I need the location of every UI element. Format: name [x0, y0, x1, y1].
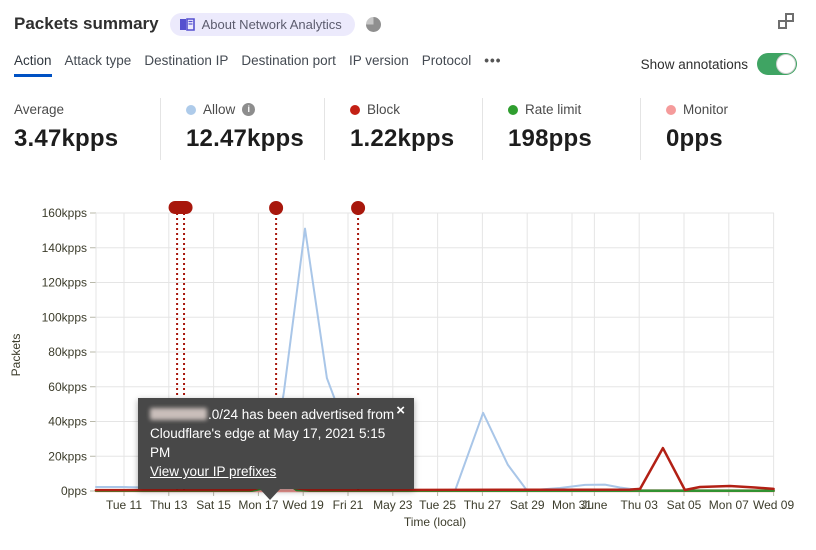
y-tick-label: 40kpps — [48, 415, 87, 429]
annotation-dot-marker[interactable] — [351, 201, 366, 215]
tab-ip-version[interactable]: IP version — [349, 53, 409, 77]
tab-destination-ip[interactable]: Destination IP — [144, 53, 228, 77]
info-icon[interactable]: i — [242, 103, 256, 116]
x-tick-label: Wed 09 — [753, 498, 794, 512]
about-network-analytics-badge[interactable]: About Network Analytics — [169, 12, 355, 36]
y-tick-label: 100kpps — [42, 310, 87, 324]
tabs: Action Attack type Destination IP Destinati… — [14, 53, 501, 77]
x-tick-label: Tue 25 — [419, 498, 456, 512]
x-tick-label: June — [581, 498, 607, 512]
y-tick-label: 0pps — [61, 484, 87, 498]
packets-summary-card: Packets summary About Network Analytics … — [0, 0, 816, 545]
annotation-dot-marker[interactable] — [269, 201, 284, 215]
chart: 0pps 20kpps 40kpps 60kpps 80kpps 100kpps 120kp… — [0, 195, 816, 545]
packets-chart-svg: 0pps 20kpps 40kpps 60kpps 80kpps 100kpps 120kp… — [9, 201, 794, 529]
stat-label: Allow — [203, 102, 236, 117]
tab-attack-type[interactable]: Attack type — [65, 53, 132, 77]
stat-allow: Allow i 12.47kpps — [161, 98, 325, 160]
x-tick-label: Fri 21 — [333, 498, 364, 512]
y-tick-label: 160kpps — [42, 206, 87, 220]
x-tick-label: Mon 07 — [709, 498, 749, 512]
x-tick-label: Thu 03 — [621, 498, 659, 512]
x-tick-label: Sat 05 — [667, 498, 702, 512]
stat-label: Monitor — [683, 102, 729, 117]
stat-monitor: Monitor 0pps — [641, 98, 816, 160]
annotation-pill-marker[interactable] — [168, 201, 193, 214]
tab-protocol[interactable]: Protocol — [422, 53, 472, 77]
block-legend-dot — [350, 104, 360, 115]
y-tick-label: 60kpps — [48, 380, 87, 394]
x-tick-label: Sat 29 — [510, 498, 545, 512]
tooltip-line-1-text: .0/24 has been advertised from — [208, 407, 395, 422]
x-tick-label: Mon 17 — [238, 498, 278, 512]
stat-value: 12.47kpps — [186, 125, 304, 152]
tooltip-close-icon[interactable]: × — [396, 401, 405, 420]
stat-label: Block — [367, 102, 401, 117]
x-tick-label: Wed 19 — [283, 498, 324, 512]
tab-action[interactable]: Action — [14, 53, 52, 77]
x-axis-title: Time (local) — [404, 515, 466, 529]
x-tick-label: Sat 15 — [196, 498, 231, 512]
tooltip-line-1: .0/24 has been advertised from — [150, 405, 402, 424]
y-tick-label: 20kpps — [48, 449, 87, 463]
x-tick-label: May 23 — [373, 498, 413, 512]
x-tick-label: Thu 13 — [150, 498, 188, 512]
y-tick-label: 120kpps — [42, 276, 87, 290]
tabs-more-button[interactable]: ••• — [484, 53, 501, 77]
y-tick-label: 80kpps — [48, 345, 87, 359]
show-annotations-label: Show annotations — [640, 56, 748, 72]
monitor-legend-dot — [666, 104, 676, 115]
allow-legend-dot — [186, 104, 196, 115]
redacted-ip-prefix — [150, 408, 207, 420]
stat-label: Average — [14, 102, 65, 117]
y-axis-title: Packets — [9, 334, 23, 377]
stat-value: 0pps — [666, 125, 723, 152]
open-in-window-icon[interactable] — [778, 13, 794, 29]
rate-limit-legend-dot — [508, 104, 518, 115]
window-front-square — [778, 20, 787, 29]
stat-average: Average 3.47kpps — [0, 98, 161, 160]
tooltip-line-2: Cloudflare's edge at May 17, 2021 5:15 P… — [150, 426, 386, 460]
badge-label: About Network Analytics — [201, 16, 342, 32]
show-annotations-toggle[interactable] — [757, 53, 797, 75]
card-header: Packets summary About Network Analytics — [14, 10, 381, 38]
x-tick-label: Thu 27 — [464, 498, 502, 512]
show-annotations-control: Show annotations — [641, 53, 797, 75]
stat-value: 3.47kpps — [14, 125, 119, 152]
page-title: Packets summary — [14, 14, 159, 33]
tab-destination-port[interactable]: Destination port — [241, 53, 336, 77]
stat-label: Rate limit — [525, 102, 582, 117]
book-icon — [179, 17, 195, 31]
stat-value: 1.22kpps — [350, 125, 455, 152]
y-tick-label: 140kpps — [42, 241, 87, 255]
toggle-knob — [776, 54, 796, 74]
stat-block: Block 1.22kpps — [325, 98, 483, 160]
annotation-tooltip: × .0/24 has been advertised from Cloudfl… — [138, 398, 414, 500]
tooltip-arrow — [259, 488, 281, 500]
view-ip-prefixes-link[interactable]: View your IP prefixes — [150, 464, 276, 479]
tabs-row: Action Attack type Destination IP Destinati… — [0, 53, 816, 81]
x-tick-label: Tue 11 — [106, 498, 142, 512]
pie-status-icon — [365, 16, 381, 32]
stat-value: 198pps — [508, 125, 592, 152]
stats-row: Average 3.47kpps Allow i 12.47kpps Block 1.22k… — [0, 98, 816, 160]
stat-rate-limit: Rate limit 198pps — [483, 98, 641, 160]
